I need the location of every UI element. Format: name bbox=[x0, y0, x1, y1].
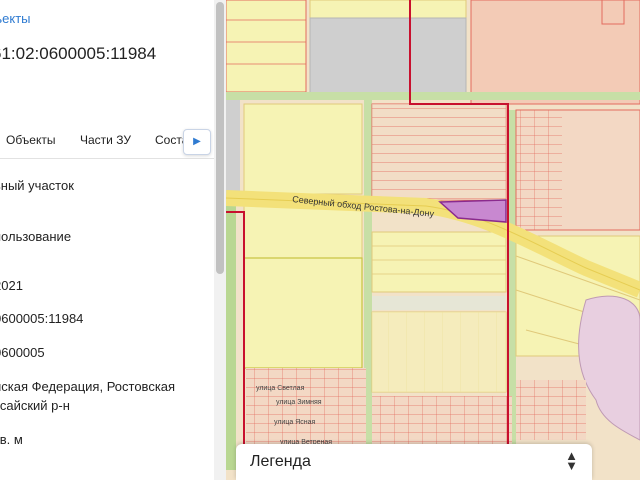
tab-objects[interactable]: Объекты bbox=[6, 133, 56, 147]
street-label: улица Зимняя bbox=[276, 399, 322, 406]
panel-scrollbar[interactable] bbox=[214, 0, 226, 480]
field-address-line2: ксайский р-н bbox=[0, 398, 70, 413]
tab-parts[interactable]: Части ЗУ bbox=[80, 133, 131, 147]
field-quarter: 0600005 bbox=[0, 345, 45, 360]
chevron-right-icon: ▶ bbox=[193, 136, 201, 147]
chevron-up-down-icon[interactable]: ▲ ▼ bbox=[565, 449, 578, 472]
street-label: улица Ясная bbox=[274, 419, 316, 426]
field-address-line1: йская Федерация, Ростовская bbox=[0, 379, 176, 394]
cadastral-number-title: 61:02:0600005:11984 bbox=[0, 44, 157, 63]
tab-bar: Объекты Части ЗУ Соста bbox=[0, 124, 214, 159]
scrollbar-thumb[interactable] bbox=[216, 2, 224, 274]
field-type: ьный участок bbox=[0, 178, 74, 193]
info-panel: ъекты 61:02:0600005:11984 Объекты Части … bbox=[0, 0, 214, 480]
field-area: кв. м bbox=[0, 432, 23, 447]
back-to-objects-link[interactable]: ъекты bbox=[0, 11, 31, 26]
field-date: 2021 bbox=[0, 278, 23, 293]
map-view[interactable]: Северный обход Ростова-на-Дону улица Све… bbox=[226, 0, 640, 480]
street-label: улица Светлая bbox=[256, 385, 305, 392]
cadastral-map[interactable]: Северный обход Ростова-на-Дону улица Све… bbox=[226, 0, 640, 480]
tab-scroll-button[interactable]: ▶ bbox=[183, 129, 211, 155]
legend-label: Легенда bbox=[250, 453, 311, 470]
legend-panel[interactable]: Легенда ▲ ▼ bbox=[236, 444, 592, 480]
field-usage: пользование bbox=[0, 229, 72, 244]
field-cadastral-number: 0600005:11984 bbox=[0, 311, 84, 326]
